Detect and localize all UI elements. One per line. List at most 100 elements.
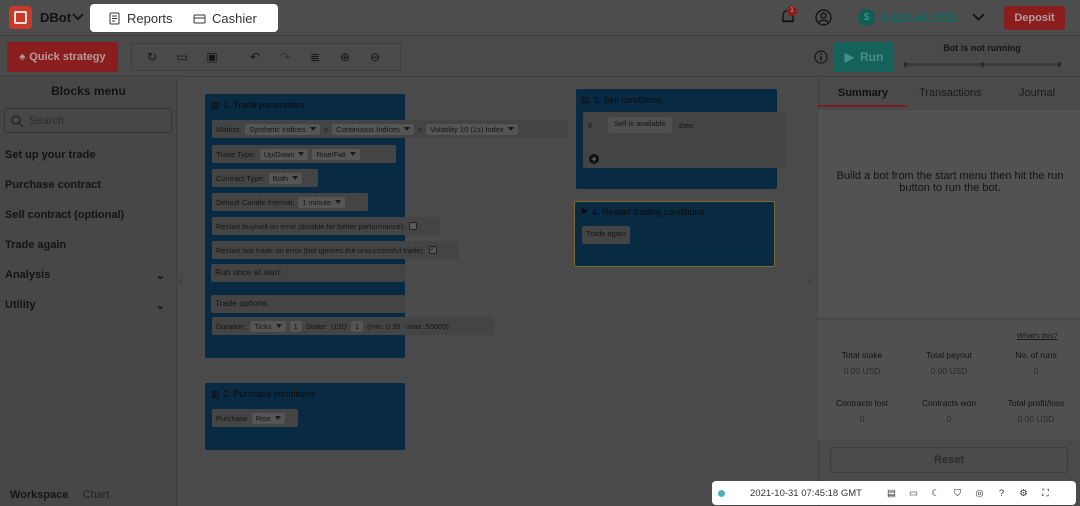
- block-title: 3. Sell conditions: [593, 95, 662, 105]
- chevron-down-icon: ⌄: [155, 300, 165, 312]
- restart-buy-sell-checkbox[interactable]: [409, 222, 418, 230]
- sidebar-item-sell-contract[interactable]: Sell contract (optional): [5, 209, 165, 221]
- responsible-trading-icon[interactable]: ◎: [973, 487, 986, 500]
- stat-value: 0: [859, 414, 865, 424]
- settings-gear-icon[interactable]: ⚙: [1017, 487, 1030, 500]
- sidebar-item-setup-trade[interactable]: Set up your trade: [5, 149, 165, 161]
- redo-icon[interactable]: ↷: [278, 50, 292, 64]
- block-title: 1. Trade parameters: [223, 100, 305, 110]
- dropdown-value: 1 minute: [302, 197, 332, 207]
- trade-options-label: Trade options:: [215, 298, 270, 308]
- connection-status-icon: [718, 489, 725, 497]
- dropdown-value: Continuous Indices: [336, 124, 400, 134]
- collapse-panel-handle[interactable]: »: [808, 276, 812, 285]
- open-folder-icon[interactable]: ▭: [175, 50, 189, 64]
- search-placeholder: Search: [29, 114, 64, 127]
- theme-icon[interactable]: ☾: [929, 487, 942, 500]
- cashier-link[interactable]: Cashier: [193, 11, 257, 26]
- tab-summary[interactable]: Summary: [838, 87, 888, 99]
- add-condition-icon[interactable]: +: [589, 154, 599, 164]
- account-profile-icon[interactable]: [815, 9, 832, 26]
- contract-type-dropdown[interactable]: Both: [268, 172, 303, 184]
- contract-type-label: Contract Type:: [216, 173, 265, 183]
- market-label: Market:: [216, 124, 242, 134]
- trade-options-section: Trade options:: [211, 295, 405, 313]
- sell-conditions-title: ▤ 3. Sell conditions: [581, 95, 662, 106]
- candle-interval-row: Default Candle Interval: 1 minute: [212, 193, 368, 211]
- collapse-sidebar-handle[interactable]: «: [178, 276, 182, 285]
- account-balance[interactable]: 9,629.46 USD: [881, 11, 956, 25]
- undo-icon[interactable]: ↶: [248, 50, 262, 64]
- restart-buy-sell-label: Restart buy/sell on error (disable for b…: [216, 221, 406, 231]
- run-once-label: Run once at start:: [215, 267, 283, 277]
- candle-interval-label: Default Candle Interval:: [216, 197, 295, 207]
- play-icon: ▶: [844, 50, 854, 64]
- tab-workspace[interactable]: Workspace: [10, 489, 69, 501]
- block-title: 4. Restart trading conditions: [592, 207, 705, 217]
- tab-chart[interactable]: Chart: [83, 489, 110, 501]
- blocks-menu-title: Blocks menu: [51, 84, 126, 98]
- app-switcher-chevron-icon[interactable]: [72, 12, 84, 22]
- reset-button[interactable]: Reset: [830, 447, 1068, 473]
- status-bar: 2021-10-31 07:45:18 GMT ▤ ▭ ☾ ⛉ ◎ ? ⚙ ⛶: [712, 481, 1076, 505]
- sidebar-item-utility[interactable]: Utility ⌄: [5, 299, 165, 312]
- dropdown-value: Up/Down: [263, 149, 295, 159]
- app-name[interactable]: DBot: [40, 10, 71, 25]
- candle-interval-dropdown[interactable]: 1 minute: [298, 196, 346, 208]
- sidebar-item-analysis[interactable]: Analysis ⌄: [5, 269, 165, 282]
- restart-last-trade-checkbox[interactable]: ✓: [428, 246, 437, 254]
- search-icon: [11, 114, 23, 127]
- submarket-dropdown[interactable]: Continuous Indices: [332, 123, 414, 135]
- sidebar-item-trade-again[interactable]: Trade again: [5, 239, 165, 251]
- deposit-button[interactable]: Deposit: [1004, 6, 1065, 30]
- stat-value: 0: [1033, 366, 1039, 376]
- account-switcher-chevron-icon[interactable]: [972, 12, 985, 22]
- trade-type-label: Trade Type:: [216, 149, 256, 159]
- symbol-dropdown[interactable]: Volatility 10 (1s) Index: [426, 123, 518, 135]
- cashier-label: Cashier: [212, 11, 257, 26]
- security-icon[interactable]: ⛉: [951, 487, 964, 500]
- active-tab-indicator: [818, 105, 907, 107]
- stake-range: (min: 0.35 - max: 50000): [367, 321, 449, 331]
- zoom-out-icon[interactable]: ⊖: [368, 50, 382, 64]
- fullscreen-icon[interactable]: ⛶: [1039, 487, 1052, 500]
- save-icon[interactable]: ▣: [205, 50, 219, 64]
- reset-workspace-icon[interactable]: ↻: [145, 50, 159, 64]
- stat-label: Contracts lost: [836, 398, 888, 408]
- sidebar-item-purchase-contract[interactable]: Purchase contract: [5, 179, 165, 191]
- purchase-dropdown[interactable]: Rise: [251, 412, 285, 424]
- purchase-conditions-title: ▥ 2. Purchase conditions: [211, 389, 315, 400]
- zoom-in-icon[interactable]: ⊕: [338, 50, 352, 64]
- chat-icon[interactable]: ▭: [907, 487, 920, 500]
- help-icon[interactable]: ?: [995, 487, 1008, 500]
- duration-input[interactable]: 1: [289, 320, 302, 332]
- server-time: 2021-10-31 07:45:18 GMT: [750, 487, 862, 499]
- quick-strategy-button[interactable]: ♠ Quick strategy: [7, 42, 118, 72]
- stat-value: 0.00 USD: [1017, 414, 1055, 424]
- info-icon[interactable]: [814, 50, 828, 64]
- stat-value: 0.00 USD: [930, 366, 968, 376]
- trade-type-dropdown[interactable]: Rise/Fall: [312, 148, 360, 160]
- currency-icon: $: [858, 9, 875, 26]
- stake-input[interactable]: 1: [350, 320, 364, 332]
- bot-status: Bot is not running: [943, 43, 1021, 53]
- tab-transactions[interactable]: Transactions: [919, 87, 982, 99]
- dbot-logo-icon[interactable]: [9, 6, 32, 29]
- trade-again-statement[interactable]: Trade again: [582, 226, 630, 244]
- whats-this-link[interactable]: What's this?: [1017, 331, 1058, 340]
- if-label: if: [588, 121, 592, 130]
- reports-link[interactable]: Reports: [108, 11, 173, 26]
- tab-journal[interactable]: Journal: [1019, 87, 1055, 99]
- positions-icon[interactable]: ▤: [885, 487, 898, 500]
- run-button[interactable]: ▶ Run: [834, 42, 894, 72]
- sidebar-item-label: Sell contract (optional): [5, 209, 125, 221]
- dropdown-value: Ticks: [254, 321, 272, 331]
- market-dropdown[interactable]: Synthetic Indices: [245, 123, 320, 135]
- sell-available-condition[interactable]: Sell is available: [608, 117, 672, 133]
- trade-category-dropdown[interactable]: Up/Down: [259, 148, 309, 160]
- sort-blocks-icon[interactable]: ≣: [308, 50, 322, 64]
- stat-label: Total profit/loss: [1007, 398, 1065, 408]
- sidebar-item-label: Utility: [5, 299, 36, 311]
- duration-unit-dropdown[interactable]: Ticks: [250, 320, 286, 332]
- blocks-search-input[interactable]: Search: [4, 108, 172, 133]
